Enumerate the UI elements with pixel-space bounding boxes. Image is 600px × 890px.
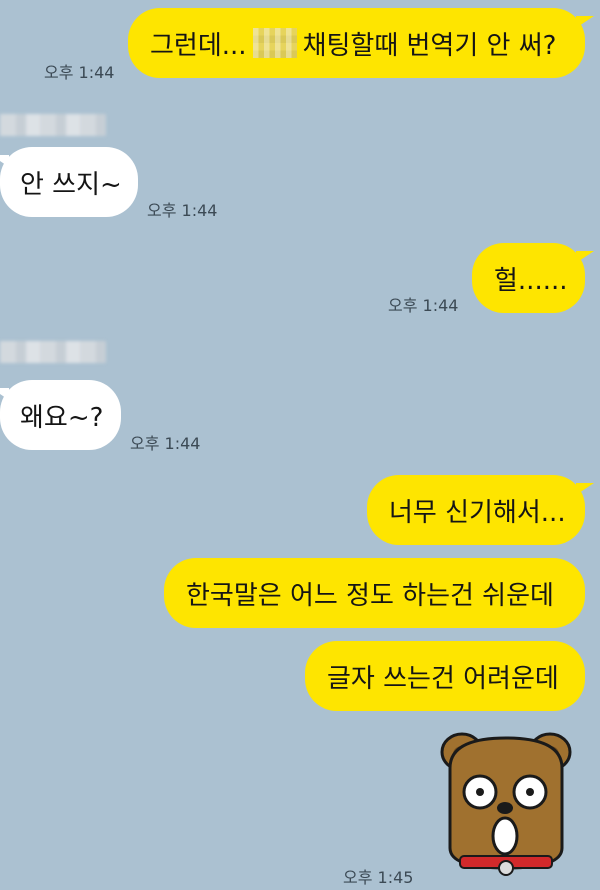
my-message-bubble[interactable]: 너무 신기해서...: [367, 475, 594, 545]
message-time: 오후 1:44: [147, 201, 218, 220]
message-text: 너무 신기해서...: [389, 497, 566, 528]
censored-name-mosaic: [252, 28, 297, 58]
other-message-bubble[interactable]: 안 쓰지~: [0, 147, 138, 217]
my-message-bubble[interactable]: 그런데... 채팅할때 번역기 안 써?: [128, 8, 594, 78]
message-time: 오후 1:45: [343, 868, 414, 887]
message-text: 글자 쓰는건 어려운데: [327, 663, 559, 694]
message-time: 오후 1:44: [44, 63, 115, 82]
sender-name-blurred: [0, 114, 106, 136]
message-text: 안 쓰지~: [20, 169, 122, 200]
message-text: 한국말은 어느 정도 하는건 쉬운데: [186, 580, 554, 611]
my-message-bubble[interactable]: 한국말은 어느 정도 하는건 쉬운데: [164, 558, 585, 628]
message-text-prefix: 그런데...: [150, 30, 247, 61]
message-text-suffix: 채팅할때 번역기 안 써?: [302, 30, 557, 61]
my-message-bubble[interactable]: 헐......: [472, 243, 594, 313]
message-time: 오후 1:44: [130, 434, 201, 453]
bear-surprised-icon[interactable]: [440, 728, 572, 876]
message-time: 오후 1:44: [388, 296, 459, 315]
sender-name-blurred: [0, 341, 106, 363]
message-text: 헐......: [494, 265, 568, 296]
other-message-bubble[interactable]: 왜요~?: [0, 380, 121, 450]
message-text: 왜요~?: [20, 402, 104, 433]
my-message-bubble[interactable]: 글자 쓰는건 어려운데: [305, 641, 585, 711]
